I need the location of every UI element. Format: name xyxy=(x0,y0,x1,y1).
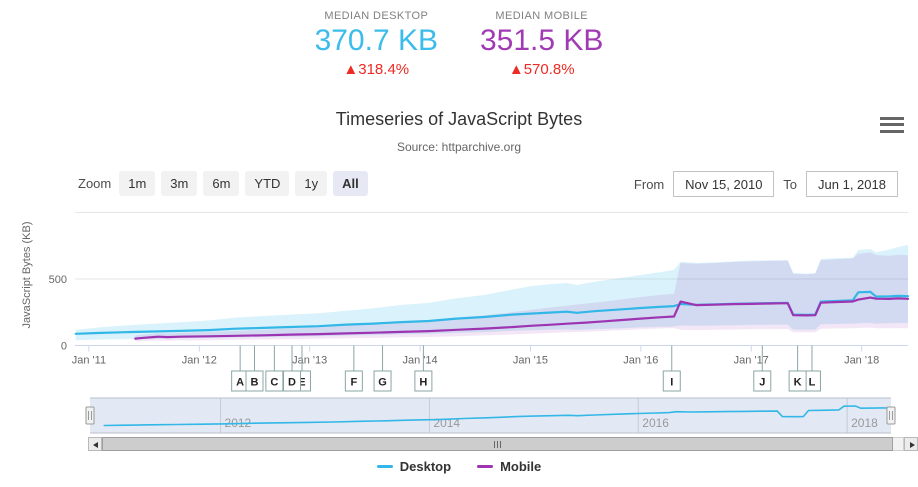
flag-K[interactable]: K xyxy=(789,346,806,392)
svg-text:G: G xyxy=(378,377,387,389)
zoom-button-1m[interactable]: 1m xyxy=(119,171,155,196)
flag-I[interactable]: I xyxy=(663,346,680,392)
legend-marker-desktop xyxy=(377,465,393,468)
zoom-button-all[interactable]: All xyxy=(333,171,368,196)
legend: Desktop Mobile xyxy=(0,459,918,474)
x-axis-label: Jan '12 xyxy=(182,355,217,367)
svg-text:A: A xyxy=(236,377,244,389)
x-axis-label: Jan '15 xyxy=(513,355,548,367)
scrollbar-rivets-icon xyxy=(494,441,501,448)
svg-text:J: J xyxy=(759,377,765,389)
to-label: To xyxy=(783,177,797,192)
median-mobile-label: MEDIAN MOBILE xyxy=(480,10,603,22)
flag-F[interactable]: F xyxy=(345,346,362,392)
navigator-mask[interactable] xyxy=(90,398,891,433)
x-axis-label: Jan '13 xyxy=(292,355,327,367)
zoom-label: Zoom xyxy=(78,176,111,191)
svg-text:H: H xyxy=(419,377,427,389)
flag-G[interactable]: G xyxy=(374,346,391,392)
legend-item-desktop[interactable]: Desktop xyxy=(377,459,451,474)
zoom-button-group: Zoom 1m3m6mYTD1yAll xyxy=(78,171,374,196)
svg-text:L: L xyxy=(809,377,816,389)
x-axis-label: Jan '16 xyxy=(623,355,658,367)
date-range-group: From To xyxy=(625,171,898,197)
from-date-input[interactable] xyxy=(673,171,774,197)
median-mobile-value: 351.5 KB xyxy=(480,24,603,58)
to-date-input[interactable] xyxy=(806,171,898,197)
zoom-button-6m[interactable]: 6m xyxy=(203,171,239,196)
flag-D[interactable]: D xyxy=(284,346,301,392)
zoom-button-1y[interactable]: 1y xyxy=(295,171,327,196)
scrollbar-right-arrow-icon[interactable] xyxy=(904,437,918,451)
flag-J[interactable]: J xyxy=(754,346,771,392)
median-desktop-label: MEDIAN DESKTOP xyxy=(315,10,438,22)
legend-item-mobile[interactable]: Mobile xyxy=(477,459,541,474)
y-axis-label: 0 xyxy=(61,341,67,353)
y-axis-title: JavaScript Bytes (KB) xyxy=(21,222,33,329)
chart-subtitle: Source: httparchive.org xyxy=(0,140,918,154)
median-stats: MEDIAN DESKTOP 370.7 KB ▲318.4% MEDIAN M… xyxy=(0,10,918,78)
navigator-left-handle[interactable] xyxy=(86,407,94,424)
y-axis-label: 500 xyxy=(49,274,67,286)
x-axis-label: Jan '18 xyxy=(844,355,879,367)
navigator-right-handle[interactable] xyxy=(887,407,895,424)
median-desktop-stat: MEDIAN DESKTOP 370.7 KB ▲318.4% xyxy=(315,10,438,78)
svg-text:C: C xyxy=(270,377,278,389)
range-selector: Zoom 1m3m6mYTD1yAll From To xyxy=(0,171,918,197)
svg-text:K: K xyxy=(794,377,802,389)
svg-text:F: F xyxy=(350,377,357,389)
zoom-button-ytd[interactable]: YTD xyxy=(245,171,289,196)
chart-title: Timeseries of JavaScript Bytes xyxy=(0,109,918,130)
navigator-axis-label: 2018 xyxy=(851,416,878,430)
svg-text:I: I xyxy=(670,377,673,389)
svg-text:B: B xyxy=(251,377,259,389)
x-axis-label: Jan '17 xyxy=(734,355,769,367)
zoom-button-3m[interactable]: 3m xyxy=(161,171,197,196)
median-mobile-stat: MEDIAN MOBILE 351.5 KB ▲570.8% xyxy=(480,10,603,78)
navigator-axis-label: 2016 xyxy=(642,416,669,430)
flag-B[interactable]: B xyxy=(246,346,263,392)
median-mobile-change: ▲570.8% xyxy=(480,61,603,78)
median-desktop-change: ▲318.4% xyxy=(315,61,438,78)
from-label: From xyxy=(634,177,664,192)
x-axis-label: Jan '14 xyxy=(403,355,438,367)
svg-text:D: D xyxy=(288,377,296,389)
main-chart: Jan '11 Jan '12 Jan '13 Jan '14 Jan '15 Jan '… xyxy=(0,200,918,396)
scrollbar xyxy=(0,437,918,451)
hamburger-menu-icon[interactable] xyxy=(880,113,906,137)
scrollbar-left-arrow-icon[interactable] xyxy=(88,437,102,451)
flag-C[interactable]: C xyxy=(266,346,283,392)
flag-H[interactable]: H xyxy=(415,346,432,392)
scrollbar-thumb[interactable] xyxy=(102,437,893,451)
median-desktop-value: 370.7 KB xyxy=(315,24,438,58)
x-axis-label: Jan '11 xyxy=(72,355,106,367)
legend-marker-mobile xyxy=(477,465,493,468)
navigator[interactable]: 2012201420162018 xyxy=(0,396,918,436)
